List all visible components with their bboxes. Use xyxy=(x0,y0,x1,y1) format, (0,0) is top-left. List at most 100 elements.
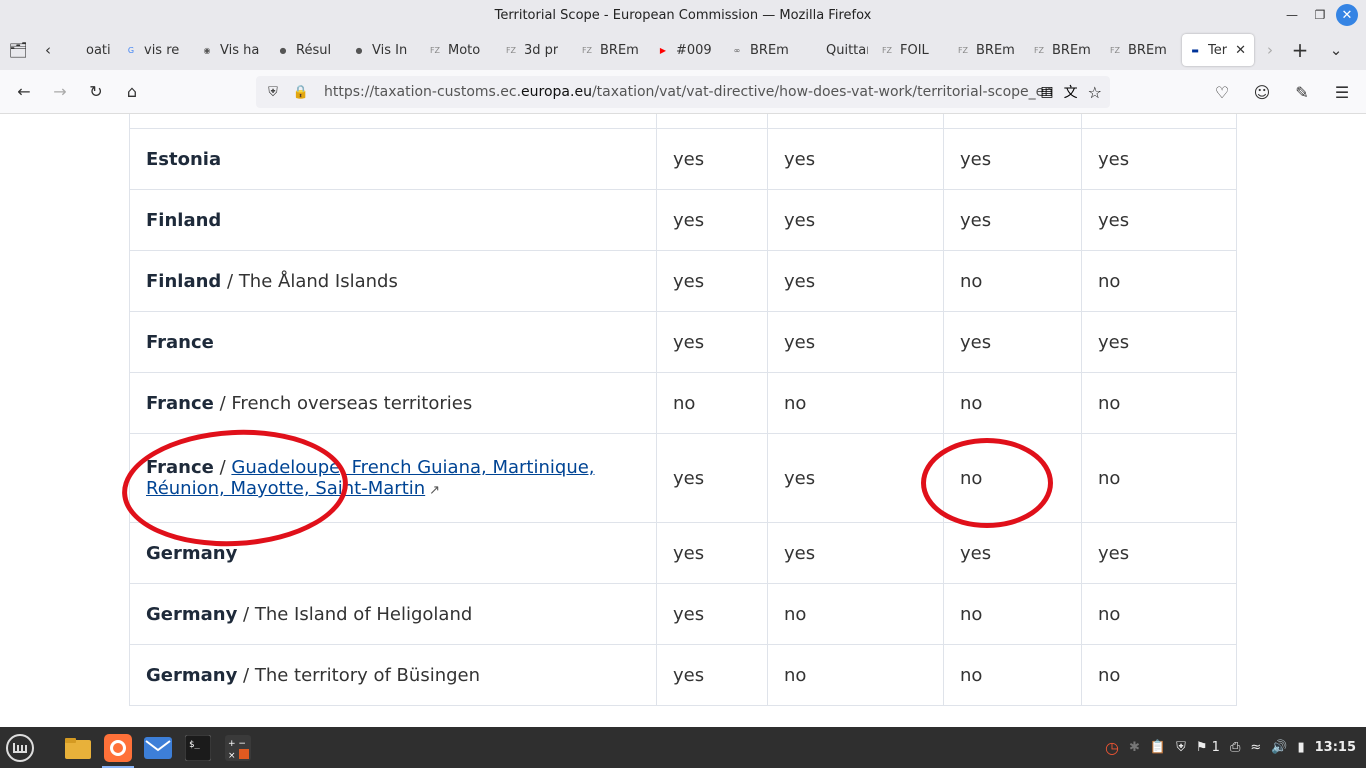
tab-4[interactable]: ● Vis In xyxy=(346,34,422,66)
value-cell: yes xyxy=(656,583,768,645)
clock[interactable]: 13:15 xyxy=(1315,740,1356,755)
reload-icon[interactable]: ↻ xyxy=(78,76,114,108)
tracking-shield-icon[interactable]: ⛨ xyxy=(262,85,284,100)
notifications-icon[interactable]: ⚑ 1 xyxy=(1196,740,1220,755)
volume-icon[interactable]: 🔊 xyxy=(1271,740,1287,755)
tab-label: BREm xyxy=(600,42,639,58)
back-icon[interactable]: ← xyxy=(6,76,42,108)
home-icon[interactable]: ⌂ xyxy=(114,76,150,108)
tab-10[interactable]: Quittanc xyxy=(800,34,874,66)
country-cell: Finland / The Åland Islands xyxy=(129,250,657,312)
reader-view-icon[interactable]: ▤ xyxy=(1040,84,1053,100)
tab-13[interactable]: FZ BREm xyxy=(1026,34,1102,66)
value-cell: yes xyxy=(767,522,944,584)
translate-icon[interactable]: 文 xyxy=(1064,82,1078,102)
value-cell: yes xyxy=(767,128,944,190)
separator: / xyxy=(213,457,232,478)
svg-text:×: × xyxy=(228,751,236,761)
tab-strip: 🗂 ‹ oati Gvis re ◉ Vis ha ● Résul ● Vis In FZ Mot… xyxy=(0,30,1366,70)
account-icon[interactable]: ☺ xyxy=(1244,76,1280,108)
url-bar[interactable]: ⛨ 🔒 https://taxation-customs.ec.europa.e… xyxy=(256,76,1110,108)
page-content[interactable]: Estonia yes yes yes yes Finland yes yes yes yes Fi… xyxy=(0,114,1366,727)
tab-11[interactable]: FZ FOIL xyxy=(874,34,950,66)
country-name: Germany xyxy=(146,664,238,686)
terminal-icon[interactable]: $_ xyxy=(178,727,218,768)
tab-label: BREm xyxy=(750,42,789,58)
close-tab-icon[interactable]: ✕ xyxy=(1235,43,1246,58)
region-name: The Åland Islands xyxy=(238,270,398,292)
list-all-tabs-icon[interactable]: ⌄ xyxy=(1318,34,1354,66)
page-icon xyxy=(806,43,820,57)
foilzone-icon: FZ xyxy=(881,45,893,55)
forward-icon[interactable]: → xyxy=(42,76,78,108)
territorial-scope-table: Estonia yes yes yes yes Finland yes yes yes yes Fi… xyxy=(129,114,1237,706)
close-window-icon[interactable]: ✕ xyxy=(1336,4,1358,26)
tab-3[interactable]: ● Résul xyxy=(270,34,346,66)
printer-icon[interactable]: ⎙ xyxy=(1230,740,1240,755)
minimize-icon[interactable]: — xyxy=(1280,3,1304,27)
maximize-icon[interactable]: ❐ xyxy=(1308,3,1332,27)
google-icon: G xyxy=(127,45,135,55)
lock-icon[interactable]: 🔒 xyxy=(290,85,312,100)
country-name: Finland xyxy=(146,270,222,292)
mint-menu-icon[interactable] xyxy=(0,727,40,768)
mail-icon[interactable] xyxy=(138,727,178,768)
value-cell: no xyxy=(943,644,1082,706)
tab-label: vis re xyxy=(144,42,180,58)
pocket-icon[interactable]: ♡ xyxy=(1204,76,1240,108)
bookmark-star-icon[interactable]: ☆ xyxy=(1088,83,1102,102)
value-cell: yes xyxy=(943,189,1082,251)
country-cell: France / Guadeloupe, French Guiana, Mart… xyxy=(129,433,657,523)
value-cell: no xyxy=(1081,372,1237,434)
tab-label: #009 xyxy=(676,42,712,58)
table-row: France / Guadeloupe, French Guiana, Mart… xyxy=(129,433,1237,523)
value-cell: yes xyxy=(656,311,768,373)
files-icon[interactable] xyxy=(58,727,98,768)
tab-7[interactable]: FZ BREm xyxy=(574,34,650,66)
region-name: French overseas territories xyxy=(231,392,473,414)
wifi-icon[interactable]: ≈ xyxy=(1250,740,1261,755)
tab-2[interactable]: ◉ Vis ha xyxy=(194,34,270,66)
foilzone-icon: FZ xyxy=(957,45,969,55)
tab-scroll-right-icon[interactable]: › xyxy=(1258,34,1282,66)
tab-8[interactable]: ▶ #009 xyxy=(650,34,724,66)
tab-14[interactable]: FZ BREm xyxy=(1102,34,1178,66)
extensions-icon[interactable]: ✎ xyxy=(1284,76,1320,108)
openai-icon: ◉ xyxy=(203,45,211,55)
tab-label: oati xyxy=(86,42,111,58)
country-name: France xyxy=(146,457,214,478)
table-row: Finland yes yes yes yes xyxy=(129,189,1237,251)
tab-5[interactable]: FZ Moto xyxy=(422,34,498,66)
battery-icon[interactable]: ▮ xyxy=(1297,740,1304,755)
firefox-icon[interactable] xyxy=(98,727,138,768)
firefox-view-icon[interactable]: 🗂 xyxy=(0,34,36,66)
country-cell: France / French overseas territories xyxy=(129,372,657,434)
clipboard-icon[interactable]: 📋 xyxy=(1150,740,1166,755)
tab-9[interactable]: ∞ BREm xyxy=(724,34,800,66)
value-cell: yes xyxy=(943,522,1082,584)
navigation-toolbar: ← → ↻ ⌂ ⛨ 🔒 https://taxation-customs.ec.… xyxy=(0,70,1366,114)
timer-icon[interactable]: ◷ xyxy=(1105,738,1119,757)
tab-label: Résul xyxy=(296,42,332,58)
tab-1[interactable]: Gvis re xyxy=(118,34,194,66)
calculator-icon[interactable]: + − × xyxy=(218,727,258,768)
external-link-icon[interactable]: ↗ xyxy=(429,483,440,498)
url-text[interactable]: https://taxation-customs.ec.europa.eu/ta… xyxy=(324,84,1053,100)
url-path: /taxation/vat/vat-directive/how-does-vat… xyxy=(591,84,1054,100)
bluetooth-icon[interactable]: ✱ xyxy=(1129,740,1140,755)
new-tab-icon[interactable]: + xyxy=(1282,34,1318,66)
foilzone-icon: FZ xyxy=(505,45,517,55)
menu-icon[interactable]: ☰ xyxy=(1324,76,1360,108)
tab-12[interactable]: FZ BREm xyxy=(950,34,1026,66)
value-cell: yes xyxy=(767,189,944,251)
tab-6[interactable]: FZ 3d pr xyxy=(498,34,574,66)
country-name: France xyxy=(146,392,214,414)
eu-icon: ▬ xyxy=(1191,45,1199,55)
value-cell: yes xyxy=(1081,128,1237,190)
tab-15[interactable]: ▬ Ter ✕ xyxy=(1182,34,1254,66)
tab-0[interactable]: oati xyxy=(60,34,118,66)
shield-icon[interactable]: ⛨ xyxy=(1176,740,1186,755)
value-cell: yes xyxy=(656,189,768,251)
value-cell: no xyxy=(1081,433,1237,523)
tab-scroll-left-icon[interactable]: ‹ xyxy=(36,34,60,66)
